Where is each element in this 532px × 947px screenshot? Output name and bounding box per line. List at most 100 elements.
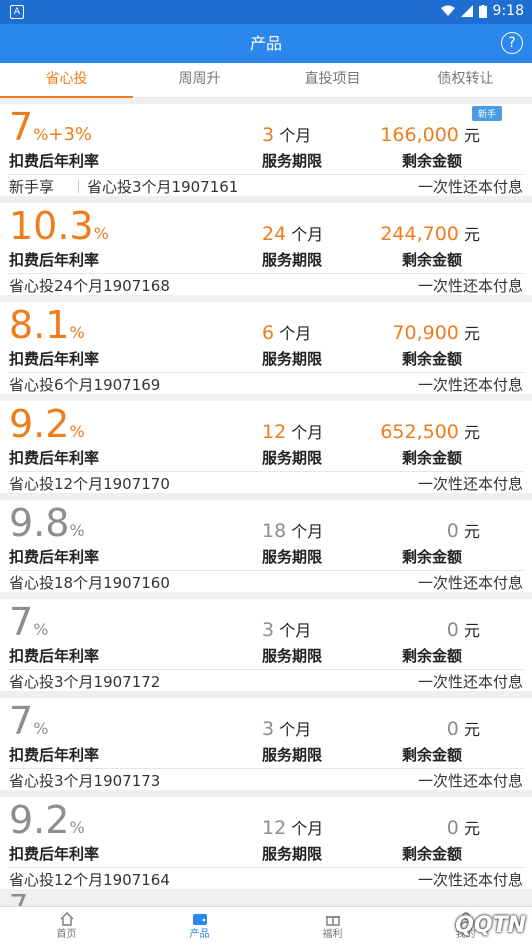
- amount-value: 166,000 元: [380, 122, 480, 146]
- term-unit: 个月: [291, 819, 324, 838]
- product-name: 省心投24个月1907168: [9, 277, 170, 295]
- tab-debt-transfer[interactable]: 债权转让: [399, 63, 532, 97]
- amount-number: 244,700: [380, 223, 459, 245]
- product-card[interactable]: 9.2% 扣费后年利率 12 个月 服务期限 0 元剩余金额 省心投12个月1907164…: [0, 797, 532, 889]
- product-footer: 省心投24个月1907168 一次性还本付息: [9, 275, 523, 295]
- percent-sign: %: [33, 125, 49, 144]
- term-value: 12 个月: [262, 815, 323, 839]
- rate-number: 7: [9, 600, 34, 644]
- term-label: 服务期限: [262, 548, 323, 566]
- divider: [8, 174, 524, 175]
- term-label: 服务期限: [262, 449, 323, 467]
- product-footer: 省心投12个月1907170 一次性还本付息: [9, 473, 523, 493]
- rate-value: 10.3%: [9, 205, 109, 247]
- amount-value: 652,500 元: [380, 419, 480, 443]
- product-name: 省心投6个月1907169: [9, 376, 161, 394]
- rate-value: 9.2%: [9, 403, 85, 445]
- repayment-method: 一次性还本付息: [417, 574, 523, 592]
- term-value: 24 个月: [262, 221, 323, 245]
- tab-shengxintou[interactable]: 省心投: [0, 63, 133, 98]
- signal-icon: [460, 5, 473, 17]
- term-value: 3 个月: [262, 122, 311, 146]
- percent-sign: %: [69, 521, 85, 540]
- divider: [8, 273, 524, 274]
- rate-label: 扣费后年利率: [9, 251, 100, 269]
- term-unit: 个月: [279, 126, 312, 145]
- gift-icon: [325, 916, 340, 926]
- status-bar: A 9:18: [0, 0, 532, 24]
- term-unit: 个月: [291, 225, 324, 244]
- product-name: 省心投12个月1907164: [9, 871, 170, 889]
- amount-label: 剩余金额: [402, 152, 463, 170]
- term-unit: 个月: [291, 423, 324, 442]
- product-footer: 省心投6个月1907169 一次性还本付息: [9, 374, 523, 394]
- rate-bonus: +3%: [48, 124, 93, 145]
- rate-number: 10.3: [9, 204, 94, 248]
- tab-zhouzhousheng[interactable]: 周周升: [133, 63, 266, 97]
- rate-label: 扣费后年利率: [9, 449, 100, 467]
- term-label: 服务期限: [262, 152, 323, 170]
- term-label: 服务期限: [262, 845, 323, 863]
- rate-number: 9.2: [9, 402, 70, 446]
- repayment-method: 一次性还本付息: [417, 475, 523, 493]
- amount-label: 剩余金额: [402, 647, 463, 665]
- wallet-icon: [192, 914, 207, 925]
- tab-direct-projects[interactable]: 直投项目: [266, 63, 399, 97]
- term-number: 12: [262, 817, 287, 839]
- amount-number: 0: [446, 619, 459, 641]
- newbie-tag: 新手享: [9, 178, 55, 196]
- amount-number: 0: [446, 817, 459, 839]
- amount-value: 70,900 元: [392, 320, 480, 344]
- product-card[interactable]: 8.1% 扣费后年利率 6 个月 服务期限 70,900 元剩余金额 省心投6个月1907…: [0, 302, 532, 394]
- rate-number: 7: [9, 699, 34, 743]
- product-card[interactable]: 9.2% 扣费后年利率 12 个月服务期限 652,500 元剩余金额省心投12个月1…: [0, 401, 532, 493]
- amount-number: 652,500: [380, 421, 459, 443]
- divider: [8, 867, 524, 868]
- term-value: 3 个月: [262, 617, 311, 641]
- tab-bar: 省心投 周周升 直投项目 债权转让: [0, 63, 532, 98]
- repayment-method: 一次性还本付息: [417, 673, 523, 691]
- product-card[interactable]: 7% 扣费后年利率 3 个月 服务期限 0 元剩余金额 省心投3个月1907172 一次性还…: [0, 599, 532, 691]
- rate-value: 7%: [9, 601, 48, 643]
- product-card[interactable]: 10.3% 扣费后年利率 24 个月 服务期限 244,700 元剩余金额 省心投24个月…: [0, 203, 532, 295]
- repayment-method: 一次性还本付息: [417, 277, 523, 295]
- nav-home[interactable]: 首页: [0, 907, 133, 947]
- percent-sign: %: [69, 323, 85, 342]
- nav-products[interactable]: 产品: [133, 907, 266, 947]
- product-card[interactable]: 9.8% 扣费后年利率 18 个月 服务期限 0 元剩余金额 省心投18个月1907160…: [0, 500, 532, 592]
- product-card[interactable]: 新手 7%+3% 扣费后年利率 3 个月 服务期限 166,000 元剩余金额 新手享 省心投…: [0, 104, 532, 196]
- amount-label: 剩余金额: [402, 548, 463, 566]
- amount-value: 0 元: [447, 815, 480, 839]
- divider: [8, 372, 524, 373]
- page-title: 产品: [249, 34, 282, 53]
- amount-unit: 元: [463, 225, 480, 244]
- wifi-icon: [440, 5, 455, 16]
- term-value: 18 个月: [262, 518, 323, 542]
- product-card[interactable]: 7% 扣费后年利率 3 个月 服务期限 0 元剩余金额 省心投3个月1907173 一次性还…: [0, 698, 532, 790]
- app-bar: 产品 ?: [0, 24, 532, 63]
- rate-value: 9.2%: [9, 799, 85, 841]
- rate-label: 扣费后年利率: [9, 548, 100, 566]
- help-circle-icon[interactable]: ?: [501, 32, 523, 54]
- new-user-badge: 新手: [471, 106, 502, 121]
- percent-sign: %: [33, 620, 49, 639]
- amount-number: 0: [446, 520, 459, 542]
- amount-label: 剩余金额: [402, 449, 463, 467]
- term-number: 3: [262, 718, 275, 740]
- rate-number: 7: [9, 105, 34, 149]
- amount-unit: 元: [463, 324, 480, 343]
- product-name: 省心投3个月1907173: [9, 772, 161, 790]
- divider: [8, 669, 524, 670]
- term-number: 6: [262, 322, 275, 344]
- divider: [8, 471, 524, 472]
- product-name: 省心投3个月1907172: [9, 673, 161, 691]
- term-number: 12: [262, 421, 287, 443]
- term-value: 12 个月: [262, 419, 323, 443]
- term-number: 3: [262, 124, 275, 146]
- percent-sign: %: [69, 422, 85, 441]
- term-number: 3: [262, 619, 275, 641]
- product-footer: 省心投18个月1907160 一次性还本付息: [9, 572, 523, 592]
- product-name: 省心投12个月1907170: [9, 475, 170, 493]
- amount-value: 0 元: [447, 617, 480, 641]
- amount-unit: 元: [463, 126, 480, 145]
